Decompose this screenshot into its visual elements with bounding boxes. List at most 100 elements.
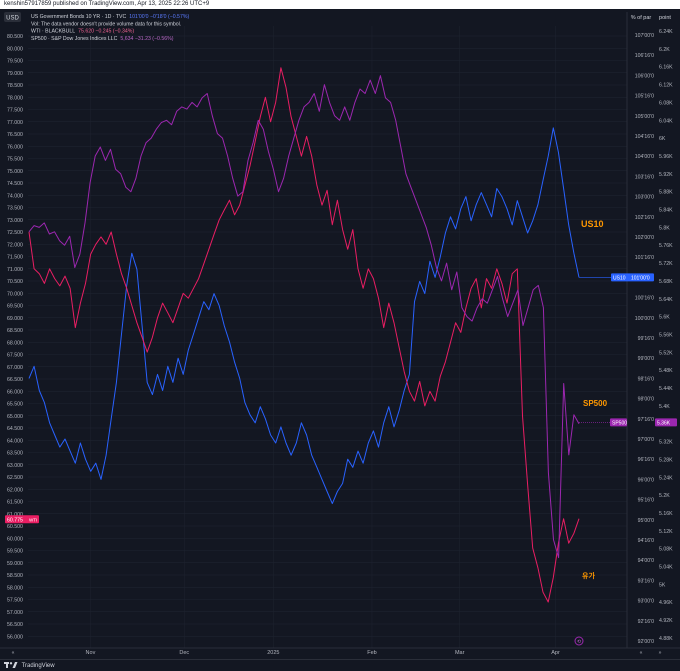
points-axis-tick: 5.76K [659, 243, 673, 249]
time-axis-tick: Mar [455, 650, 465, 656]
legend-item-name: Vol: The data vendor doesn't provide vol… [31, 21, 181, 27]
left-price-axis[interactable]: 56.000 56.500 57.000 57.500 58.000 58.500 59.0… [7, 34, 23, 640]
time-scroll-icon[interactable]: « [640, 650, 643, 656]
bottom-bar: TradingView [0, 659, 680, 671]
legend-item[interactable]: WTI · BLACKBULL 75.620 −0.245 (−0.34%) [31, 29, 134, 35]
points-axis-tick: 5.2K [659, 493, 670, 499]
price-label-sp500-value: 5.36K [657, 420, 671, 426]
legend-item[interactable]: US Government Bonds 10 YR · 1D · TVC 101'… [31, 14, 189, 20]
left-axis-tick: 63.500 [7, 451, 23, 457]
left-axis-tick: 62.500 [7, 475, 23, 481]
points-axis-tick: 5.96K [659, 154, 673, 160]
points-axis-tick: 5.72K [659, 261, 673, 267]
left-axis-tick: 58.500 [7, 573, 23, 579]
bond-axis-tick: 96'16'0 [638, 457, 655, 463]
annotation-us10: US10 [581, 219, 604, 229]
time-axis[interactable]: Nov Dec 2025 Feb Mar Apr « « » [12, 650, 662, 656]
left-axis-tick: 67.500 [7, 353, 23, 359]
left-axis-tick: 62.000 [7, 487, 23, 493]
bond-axis-tick: 101'16'0 [635, 255, 654, 261]
brand-name: TradingView [21, 663, 55, 669]
bond-axis-tick: 96'00'0 [638, 477, 655, 483]
points-axis-tick: 4.96K [659, 600, 673, 606]
time-scroll-icon[interactable]: » [659, 650, 662, 656]
legend-item[interactable]: SP500 · S&P Dow Jones Indices LLC 5,634 −… [31, 36, 174, 42]
left-axis-tick: 70.500 [7, 279, 23, 285]
left-axis-tick: 57.500 [7, 598, 23, 604]
bond-axis-tick: 100'16'0 [635, 296, 654, 302]
points-axis-tick: 5.24K [659, 475, 673, 481]
points-axis-tick: 6.12K [659, 83, 673, 89]
points-axis-tick: 5.08K [659, 547, 673, 553]
bond-axis-tick: 99'00'0 [638, 356, 655, 362]
left-axis-tick: 60.500 [7, 524, 23, 530]
bond-axis-tick: 104'00'0 [635, 154, 654, 160]
bond-axis-tick: 103'00'0 [635, 195, 654, 201]
bond-axis-tick: 104'16'0 [635, 134, 654, 140]
chart-window: kenshin57917859 published on TradingView… [0, 0, 680, 671]
points-axis-tick: 6K [659, 136, 666, 142]
price-label-wti-name: WTI [29, 517, 37, 522]
left-axis-tick: 80.500 [7, 34, 23, 40]
bond-axis-tick: 92'16'0 [638, 619, 655, 625]
left-axis-tick: 76.500 [7, 132, 23, 138]
bond-axis-tick: 102'00'0 [635, 235, 654, 241]
time-axis-tick: Nov [86, 650, 96, 656]
left-axis-tick: 69.000 [7, 316, 23, 322]
points-axis-tick: 6.08K [659, 100, 673, 106]
time-axis-tick: 2025 [267, 650, 279, 656]
left-axis-tick: 78.500 [7, 83, 23, 89]
left-axis-tick: 72.500 [7, 230, 23, 236]
points-axis-tick: 6.2K [659, 47, 670, 53]
points-axis-tick: 5.48K [659, 368, 673, 374]
legend[interactable]: US Government Bonds 10 YR · 1D · TVC 101'… [31, 14, 189, 42]
series-line-wti [28, 67, 580, 603]
points-axis-tick: 5.4K [659, 404, 670, 410]
points-axis-tick: 5.88K [659, 190, 673, 196]
currency-button-label[interactable]: USD [6, 16, 19, 22]
bond-axis-tick: 97'16'0 [638, 417, 655, 423]
left-axis-tick: 65.000 [7, 414, 23, 420]
price-label-us10-name: US10 [613, 275, 626, 281]
bond-axis-tick: 106'16'0 [635, 53, 654, 59]
right-axis-label-bonds: % of par [631, 15, 652, 21]
points-axis-tick: 5.6K [659, 315, 670, 321]
points-axis-tick: 4.88K [659, 636, 673, 642]
left-axis-tick: 58.000 [7, 585, 23, 591]
left-axis-tick: 79.500 [7, 59, 23, 65]
left-axis-tick: 63.000 [7, 463, 23, 469]
time-axis-tick: Feb [367, 650, 376, 656]
points-axis-tick: 5.04K [659, 565, 673, 571]
bond-axis-tick: 107'00'0 [635, 33, 654, 39]
points-axis-tick: 5.44K [659, 386, 673, 392]
left-axis-tick: 70.000 [7, 291, 23, 297]
right-price-axes[interactable]: 92'00'0 92'16'0 93'00'0 93'16'0 94'00'0 94'16… [635, 29, 673, 645]
left-axis-tick: 80.000 [7, 46, 23, 52]
points-axis-tick: 5K [659, 582, 666, 588]
points-axis-tick: 5.56K [659, 332, 673, 338]
price-label-us10-value: 101'00'0 [631, 275, 650, 281]
points-axis-tick: 6.04K [659, 118, 673, 124]
bond-axis-tick: 98'16'0 [638, 376, 655, 382]
bond-axis-tick: 95'00'0 [638, 518, 655, 524]
left-axis-tick: 68.500 [7, 328, 23, 334]
time-scroll-icon[interactable]: « [12, 650, 15, 656]
legend-item[interactable]: Vol: The data vendor doesn't provide vol… [31, 21, 181, 27]
points-axis-tick: 6.24K [659, 29, 673, 35]
price-label-sp500-name: SP500 [612, 420, 627, 426]
bond-axis-tick: 100'00'0 [635, 316, 654, 322]
left-axis-tick: 68.000 [7, 340, 23, 346]
time-axis-tick: Apr [551, 650, 560, 656]
left-axis-tick: 66.000 [7, 389, 23, 395]
points-axis-tick: 5.52K [659, 350, 673, 356]
points-axis-tick: 5.28K [659, 457, 673, 463]
annotation-sp500: SP500 [583, 399, 608, 408]
grid [0, 12, 680, 649]
legend-item-values: 75.620 −0.245 (−0.34%) [78, 29, 134, 35]
left-axis-tick: 64.500 [7, 426, 23, 432]
left-axis-tick: 78.000 [7, 95, 23, 101]
published-header: kenshin57917859 published on TradingView… [0, 0, 680, 9]
legend-item-values: 101'00'0 −0'18'0 (−0.57%) [129, 14, 189, 20]
left-axis-tick: 71.000 [7, 267, 23, 273]
chart-canvas[interactable]: 56.000 56.500 57.000 57.500 58.000 58.500 59.0… [0, 9, 680, 659]
